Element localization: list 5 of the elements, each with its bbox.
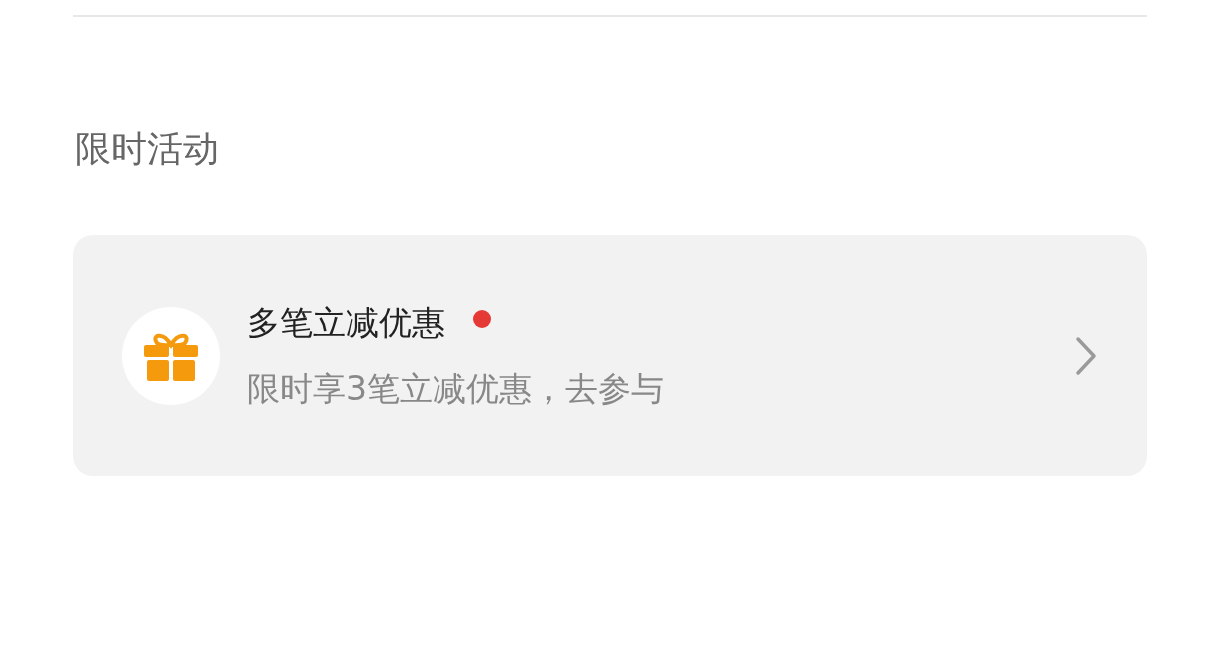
chevron-right-icon xyxy=(1075,335,1097,376)
section-title: 限时活动 xyxy=(75,127,220,171)
activity-title: 多笔立减优惠 xyxy=(247,301,445,344)
activity-subtitle: 限时享3笔立减优惠，去参与 xyxy=(247,367,665,410)
activity-card[interactable]: 多笔立减优惠 限时享3笔立减优惠，去参与 xyxy=(73,235,1147,476)
